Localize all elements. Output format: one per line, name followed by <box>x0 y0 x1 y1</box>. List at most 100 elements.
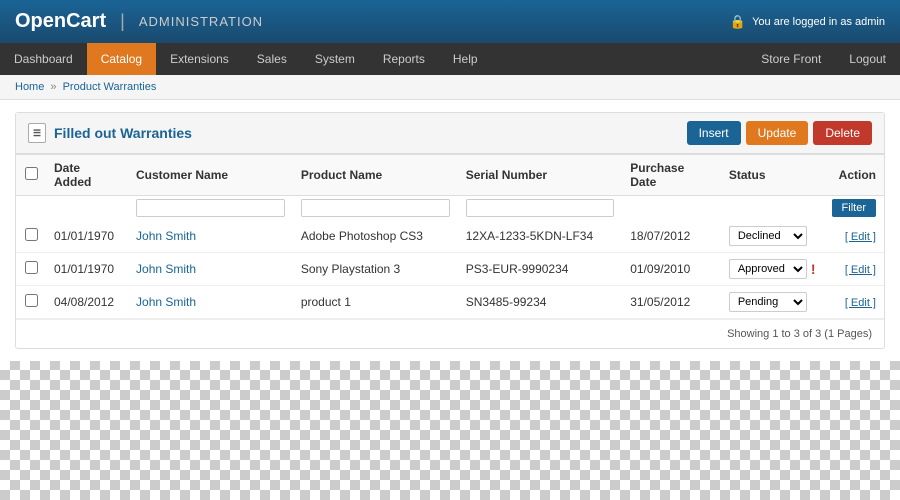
alert-icon: ! <box>811 261 816 277</box>
breadcrumb-product-warranties[interactable]: Product Warranties <box>63 81 157 93</box>
row-action-cell: [ Edit ] <box>824 220 885 253</box>
customer-name-link[interactable]: John Smith <box>136 229 196 243</box>
nav-catalog[interactable]: Catalog <box>87 43 156 75</box>
row-date-added: 01/01/1970 <box>46 220 128 253</box>
filter-checkbox-cell <box>16 196 46 221</box>
admin-label: ADMINISTRATION <box>139 14 263 29</box>
panel-icon: ☰ <box>28 123 46 143</box>
row-status-cell: DeclinedApprovedPending <box>721 286 824 318</box>
row-serial-number: PS3-EUR-9990234 <box>458 253 623 286</box>
row-checkbox-cell <box>16 286 46 319</box>
panel-buttons: Insert Update Delete <box>687 121 872 145</box>
panel-title-text: Filled out Warranties <box>54 125 192 141</box>
edit-link[interactable]: [ Edit ] <box>845 231 876 243</box>
breadcrumb: Home » Product Warranties <box>0 75 900 100</box>
nav-left: Dashboard Catalog Extensions Sales Syste… <box>0 43 492 75</box>
filter-serial <box>458 196 623 221</box>
select-all-checkbox[interactable] <box>25 167 38 180</box>
table-row: 04/08/2012 John Smith product 1SN3485-9923… <box>16 286 884 319</box>
row-action-cell: [ Edit ] <box>824 286 885 319</box>
col-checkbox <box>16 155 46 196</box>
col-action: Action <box>824 155 885 196</box>
table-header-row: Date Added Customer Name Product Name Se… <box>16 155 884 196</box>
logo-separator: | <box>120 11 125 32</box>
header: OpenCart | ADMINISTRATION 🔒 You are logg… <box>0 0 900 43</box>
showing-text: Showing 1 to 3 of 3 (1 Pages) <box>16 319 884 348</box>
delete-button[interactable]: Delete <box>813 121 872 145</box>
row-checkbox[interactable] <box>25 294 38 307</box>
col-status: Status <box>721 155 824 196</box>
filter-product-input[interactable] <box>301 199 450 217</box>
nav-system[interactable]: System <box>301 43 369 75</box>
main-content: ☰ Filled out Warranties Insert Update De… <box>0 100 900 361</box>
navbar: Dashboard Catalog Extensions Sales Syste… <box>0 43 900 75</box>
row-checkbox-cell <box>16 253 46 286</box>
filter-customer-input[interactable] <box>136 199 285 217</box>
lock-icon: 🔒 <box>730 14 746 30</box>
col-date-added: Date Added <box>46 155 128 196</box>
row-serial-number: SN3485-99234 <box>458 286 623 319</box>
status-select[interactable]: DeclinedApprovedPending <box>729 259 807 279</box>
nav-sales[interactable]: Sales <box>243 43 301 75</box>
filter-action-cell: Filter <box>824 196 885 221</box>
row-checkbox[interactable] <box>25 261 38 274</box>
edit-link[interactable]: [ Edit ] <box>845 264 876 276</box>
edit-link[interactable]: [ Edit ] <box>845 297 876 309</box>
panel: ☰ Filled out Warranties Insert Update De… <box>15 112 885 349</box>
logged-in-text: You are logged in as admin <box>752 16 885 28</box>
filter-button[interactable]: Filter <box>832 199 876 217</box>
customer-name-link[interactable]: John Smith <box>136 262 196 276</box>
col-product-name: Product Name <box>293 155 458 196</box>
row-action-cell: [ Edit ] <box>824 253 885 286</box>
row-checkbox-cell <box>16 220 46 253</box>
table-row: 01/01/1970John SmithAdobe Photoshop CS31… <box>16 220 884 253</box>
filter-serial-input[interactable] <box>466 199 615 217</box>
status-select[interactable]: DeclinedApprovedPending <box>729 226 807 246</box>
row-purchase-date: 18/07/2012 <box>622 220 721 253</box>
row-purchase-date: 01/09/2010 <box>622 253 721 286</box>
nav-reports[interactable]: Reports <box>369 43 439 75</box>
table-body: 01/01/1970John SmithAdobe Photoshop CS31… <box>16 220 884 319</box>
row-serial-number: 12XA-1233-5KDN-LF34 <box>458 220 623 253</box>
row-status-cell: DeclinedApprovedPending <box>721 220 824 252</box>
nav-help[interactable]: Help <box>439 43 492 75</box>
nav-storefront[interactable]: Store Front <box>747 43 835 75</box>
breadcrumb-home[interactable]: Home <box>15 81 44 93</box>
row-checkbox[interactable] <box>25 228 38 241</box>
logo-text: OpenCart <box>15 10 106 33</box>
row-product-name: Sony Playstation 3 <box>293 253 458 286</box>
header-right: 🔒 You are logged in as admin <box>730 14 885 30</box>
row-status-cell: DeclinedApprovedPending! <box>721 253 824 285</box>
table-row: 01/01/1970 John Smith Sony Playstation 3PS… <box>16 253 884 286</box>
row-purchase-date: 31/05/2012 <box>622 286 721 319</box>
nav-right: Store Front Logout <box>747 43 900 75</box>
filter-date <box>46 196 128 221</box>
panel-title: ☰ Filled out Warranties <box>28 123 192 143</box>
filter-status <box>721 196 824 221</box>
insert-button[interactable]: Insert <box>687 121 741 145</box>
panel-header: ☰ Filled out Warranties Insert Update De… <box>16 113 884 154</box>
row-customer-name: John Smith <box>128 220 293 253</box>
status-select[interactable]: DeclinedApprovedPending <box>729 292 807 312</box>
filter-customer <box>128 196 293 221</box>
row-product-name: product 1 <box>293 286 458 319</box>
update-button[interactable]: Update <box>746 121 809 145</box>
row-date-added: 01/01/1970 <box>46 253 128 286</box>
row-customer-name: John Smith <box>128 286 293 319</box>
col-serial-number: Serial Number <box>458 155 623 196</box>
row-date-added: 04/08/2012 <box>46 286 128 319</box>
logo-area: OpenCart | ADMINISTRATION <box>15 10 263 33</box>
col-purchase-date: Purchase Date <box>622 155 721 196</box>
filter-product <box>293 196 458 221</box>
nav-dashboard[interactable]: Dashboard <box>0 43 87 75</box>
row-product-name: Adobe Photoshop CS3 <box>293 220 458 253</box>
filter-row: Filter <box>16 196 884 221</box>
filter-purchase-date <box>622 196 721 221</box>
row-customer-name: John Smith <box>128 253 293 286</box>
breadcrumb-separator: » <box>50 81 59 93</box>
col-customer-name: Customer Name <box>128 155 293 196</box>
table-wrapper: Date Added Customer Name Product Name Se… <box>16 154 884 319</box>
nav-extensions[interactable]: Extensions <box>156 43 243 75</box>
customer-name-link[interactable]: John Smith <box>136 295 196 309</box>
nav-logout[interactable]: Logout <box>835 43 900 75</box>
